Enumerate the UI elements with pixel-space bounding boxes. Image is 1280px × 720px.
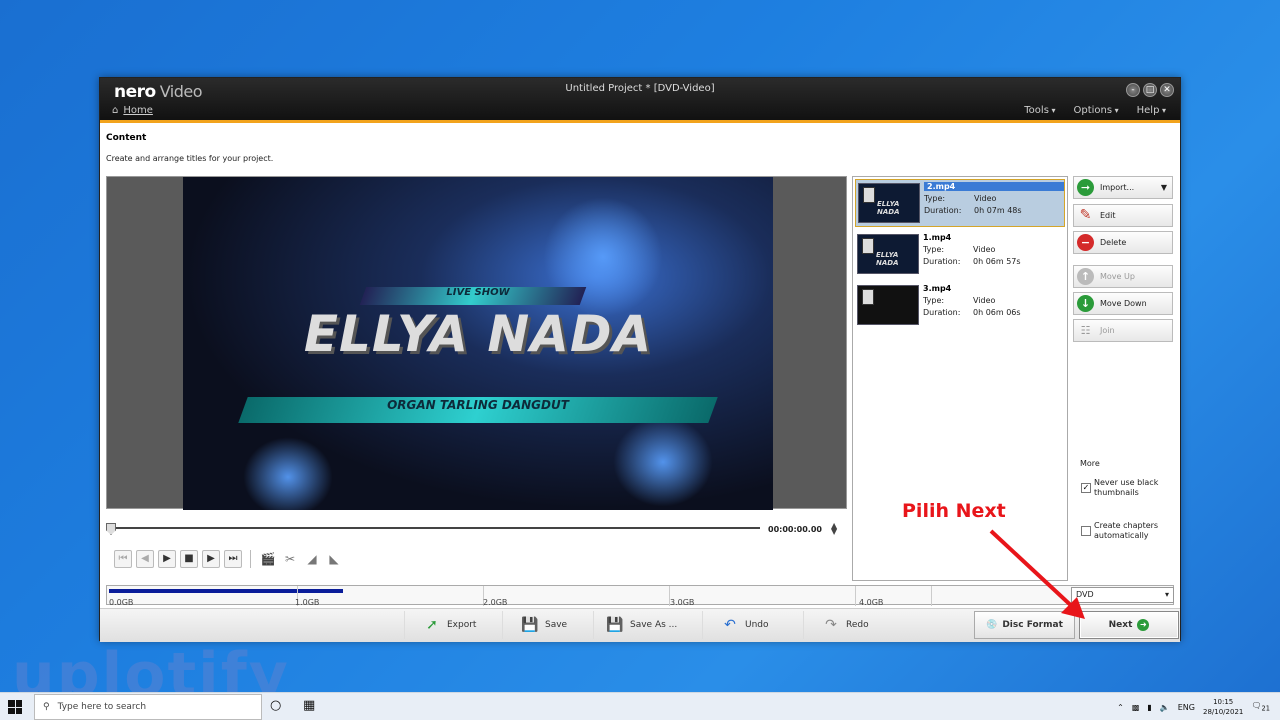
list-item[interactable]: ELLYA NADA 1.mp4 Type: Video Duration: 0h… bbox=[855, 231, 1065, 279]
save-icon: 💾 bbox=[521, 617, 539, 633]
clip-thumbnail: ELLYA NADA bbox=[858, 183, 920, 223]
go-end-icon[interactable]: ⏭ bbox=[224, 550, 242, 568]
move-down-button[interactable]: ↓ Move Down bbox=[1073, 292, 1173, 315]
arrow-right-icon: ➜ bbox=[1137, 619, 1150, 631]
save-as-icon: 💾 bbox=[606, 617, 624, 633]
create-chapters-label: Create chapters automatically bbox=[1094, 521, 1159, 540]
desktop: nero Video Untitled Project * [DVD-Video]… bbox=[0, 0, 1280, 710]
trim-right-icon[interactable]: ◣ bbox=[325, 552, 343, 566]
timeline-knob[interactable] bbox=[106, 523, 116, 535]
cortana-icon[interactable]: ○ bbox=[270, 698, 281, 713]
capacity-tick: 1.0GB bbox=[295, 598, 320, 607]
taskbar: ⚲ Type here to search ○ ▦ ⌃ ▩ ▮ 🔈 ENG 10… bbox=[0, 692, 1280, 720]
undo-icon: ↶ bbox=[724, 617, 736, 633]
delete-button[interactable]: − Delete bbox=[1073, 231, 1173, 254]
page-subtitle: Create and arrange titles for your proje… bbox=[106, 154, 274, 163]
page-title: Content bbox=[106, 133, 147, 143]
list-item[interactable]: ELLYA NADA 2.mp4 Type: Video Duration: 0h… bbox=[855, 179, 1065, 227]
join-icon: ☷ bbox=[1080, 324, 1091, 337]
task-view-icon[interactable]: ▦ bbox=[303, 698, 315, 713]
undo-button[interactable]: ↶ Undo bbox=[702, 611, 802, 639]
capacity-tick: 4.0GB bbox=[859, 598, 884, 607]
go-start-icon[interactable]: ⏮ bbox=[114, 550, 132, 568]
window-title: Untitled Project * [DVD-Video] bbox=[565, 83, 715, 94]
edit-button[interactable]: ✎ Edit bbox=[1073, 204, 1173, 227]
capacity-tick: 2.0GB bbox=[483, 598, 508, 607]
import-icon: ➞ bbox=[1077, 179, 1094, 196]
clock[interactable]: 10:15 28/10/2021 bbox=[1203, 697, 1243, 717]
save-as-button[interactable]: 💾 Save As ... bbox=[593, 611, 701, 639]
film-icon bbox=[862, 289, 874, 305]
restore-button[interactable]: □ bbox=[1143, 83, 1157, 97]
capacity-tick: 0.0GB bbox=[109, 598, 134, 607]
search-box[interactable]: ⚲ Type here to search bbox=[34, 694, 262, 720]
chevron-up-icon[interactable]: ⌃ bbox=[1117, 703, 1124, 712]
step-forward-icon[interactable]: ▶ bbox=[202, 550, 220, 568]
scissors-icon[interactable]: ✂ bbox=[281, 552, 299, 566]
volume-icon[interactable]: 🔈 bbox=[1160, 703, 1170, 712]
join-button[interactable]: ☷ Join bbox=[1073, 319, 1173, 342]
minimize-button[interactable]: - bbox=[1126, 83, 1140, 97]
home-icon: ⌂ bbox=[112, 105, 119, 116]
preview-tag-bottom: ORGAN TARLING DANGDUT bbox=[387, 398, 569, 412]
timeline-slider[interactable] bbox=[110, 527, 760, 531]
arrow-down-icon: ↓ bbox=[1077, 295, 1094, 312]
timecode-spinner-icon[interactable]: ▲ ▼ bbox=[831, 522, 837, 536]
trim-left-icon[interactable]: ◢ bbox=[303, 552, 321, 566]
film-icon bbox=[862, 238, 874, 254]
menu-help[interactable]: Help bbox=[1137, 105, 1166, 116]
preview-main-title: ELLYA NADA bbox=[303, 305, 653, 363]
import-button[interactable]: ➞ Import... ▼ bbox=[1073, 176, 1173, 199]
video-preview[interactable]: LIVE SHOW ELLYA NADA ORGAN TARLING DANGD… bbox=[106, 176, 847, 510]
home-link[interactable]: ⌂ Home bbox=[112, 105, 153, 116]
preview-frame: LIVE SHOW ELLYA NADA ORGAN TARLING DANGD… bbox=[183, 177, 773, 510]
windows-start-icon[interactable] bbox=[8, 700, 22, 714]
film-icon bbox=[863, 187, 875, 203]
preview-tag-top: LIVE SHOW bbox=[446, 287, 510, 298]
system-tray: ⌃ ▩ ▮ 🔈 ENG 10:15 28/10/2021 🗨21 bbox=[1117, 693, 1270, 720]
redo-button[interactable]: ↷ Redo bbox=[803, 611, 897, 639]
menu-tools[interactable]: Tools bbox=[1024, 105, 1055, 116]
stop-icon[interactable]: ■ bbox=[180, 550, 198, 568]
play-icon[interactable]: ▶ bbox=[158, 550, 176, 568]
title-bar: nero Video Untitled Project * [DVD-Video]… bbox=[100, 78, 1180, 123]
list-item[interactable]: 3.mp4 Type: Video Duration: 0h 06m 06s bbox=[855, 282, 1065, 330]
network-icon[interactable]: ▩ bbox=[1132, 703, 1140, 712]
capacity-tick: 3.0GB bbox=[670, 598, 695, 607]
black-thumbnails-checkbox[interactable]: ✓ bbox=[1081, 483, 1091, 493]
close-button[interactable]: ✕ bbox=[1160, 83, 1174, 97]
menu-options[interactable]: Options bbox=[1073, 105, 1118, 116]
clapper-icon[interactable]: 🎬 bbox=[259, 552, 277, 566]
clip-thumbnail bbox=[857, 285, 919, 325]
export-button[interactable]: ➚ Export bbox=[404, 611, 498, 639]
annotation-arrow-icon bbox=[989, 529, 1085, 619]
capacity-used-fill bbox=[109, 589, 344, 593]
clip-thumbnail: ELLYA NADA bbox=[857, 234, 919, 274]
battery-icon[interactable]: ▮ bbox=[1147, 703, 1151, 712]
search-icon: ⚲ bbox=[43, 702, 50, 712]
timecode: 00:00:00.00 bbox=[768, 525, 822, 534]
notification-icon[interactable]: 🗨21 bbox=[1251, 701, 1270, 713]
pencil-icon: ✎ bbox=[1079, 207, 1092, 223]
more-label: More bbox=[1080, 459, 1100, 468]
arrow-up-icon: ↑ bbox=[1077, 268, 1094, 285]
language-indicator[interactable]: ENG bbox=[1178, 703, 1195, 712]
export-icon: ➚ bbox=[426, 617, 438, 633]
redo-icon: ↷ bbox=[825, 617, 837, 633]
annotation-label: Pilih Next bbox=[902, 500, 1006, 522]
step-back-icon[interactable]: ◀ bbox=[136, 550, 154, 568]
delete-icon: − bbox=[1077, 234, 1094, 251]
playback-controls: ⏮ ◀ ▶ ■ ▶ ⏭ 🎬 ✂ ◢ ◣ bbox=[114, 550, 343, 568]
save-button[interactable]: 💾 Save bbox=[502, 611, 592, 639]
black-thumbnails-label: Never use black thumbnails bbox=[1094, 478, 1159, 497]
move-up-button[interactable]: ↑ Move Up bbox=[1073, 265, 1173, 288]
